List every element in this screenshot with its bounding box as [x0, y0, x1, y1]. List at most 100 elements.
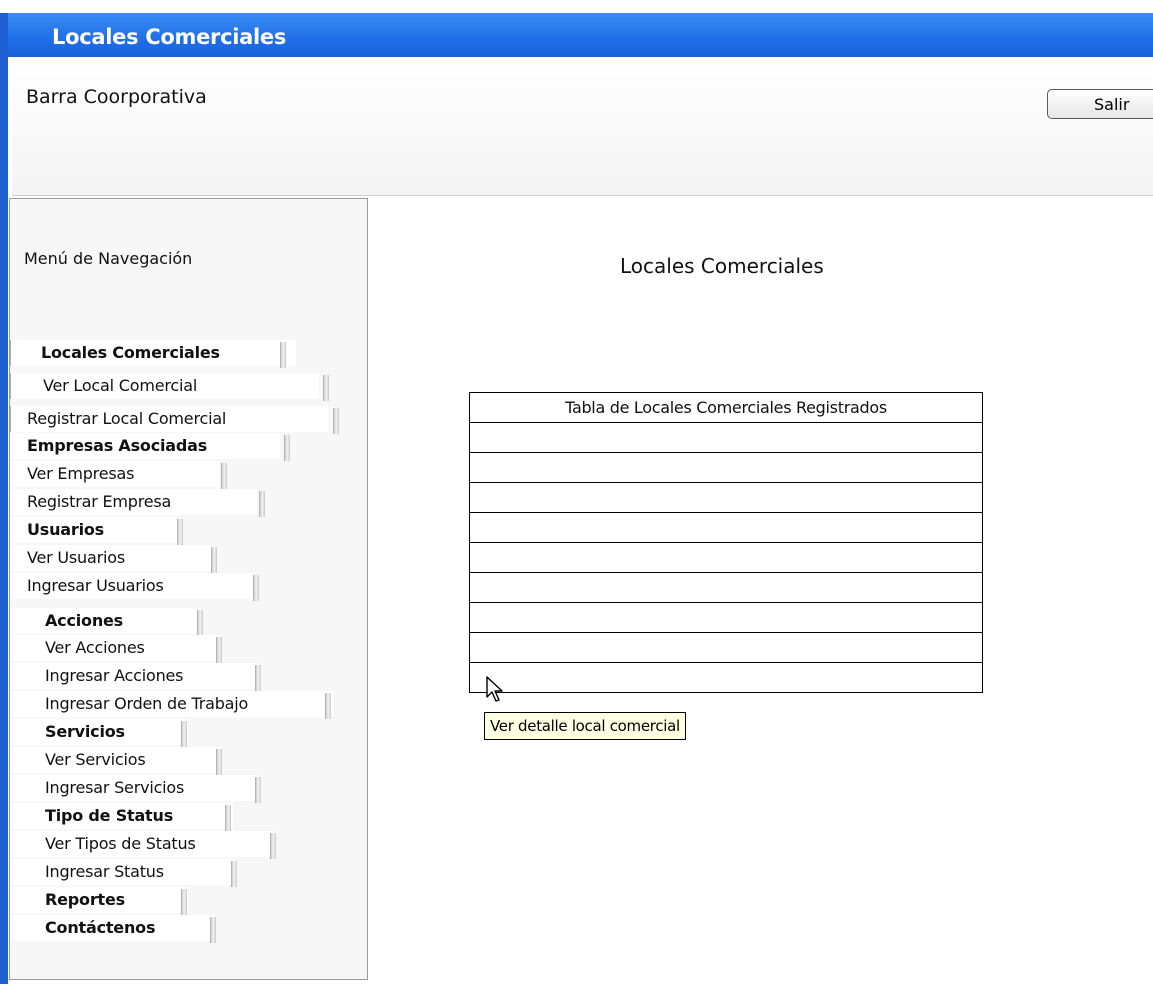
nav-item-empresas-asociadas[interactable]: Empresas Asociadas [10, 433, 290, 461]
page-title: Locales Comerciales [620, 254, 824, 278]
window-title: Locales Comerciales [52, 25, 287, 49]
window-title-bar: Locales Comerciales [0, 13, 1153, 57]
nav-item-acciones[interactable]: Acciones [10, 608, 203, 636]
nav-item-label: Empresas Asociadas [27, 436, 208, 455]
nav-item-ingresar-servicios[interactable]: Ingresar Servicios [10, 775, 261, 803]
nav-item-grip [255, 665, 261, 691]
navigation-menu: Menú de Navegación Locales Comerciales Ve… [9, 198, 368, 980]
nav-item-ver-empresas[interactable]: Ver Empresas [10, 461, 227, 489]
nav-item-label: Locales Comerciales [41, 343, 220, 362]
nav-item-ingresar-acciones[interactable]: Ingresar Acciones [10, 663, 261, 691]
nav-item-grip [253, 575, 259, 601]
table-row[interactable] [469, 482, 983, 513]
nav-item-ver-acciones[interactable]: Ver Acciones [10, 635, 222, 663]
table-cell [469, 482, 983, 513]
nav-item-label: Reportes [45, 890, 125, 909]
nav-item-grip [231, 861, 237, 887]
locales-table: Tabla de Locales Comerciales Registrados [469, 392, 983, 693]
window-frame-left [0, 57, 8, 984]
nav-item-grip [284, 435, 290, 461]
nav-item-grip [197, 610, 203, 636]
table-cell [469, 452, 983, 483]
nav-item-grip [181, 889, 187, 915]
nav-item-grip [221, 463, 227, 489]
nav-item-label: Contáctenos [45, 918, 156, 937]
nav-item-grip [280, 342, 286, 368]
nav-item-label: Ingresar Orden de Trabajo [45, 694, 249, 713]
nav-item-grip [211, 547, 217, 573]
nav-item-locales-comerciales[interactable]: Locales Comerciales [10, 340, 296, 368]
table-cell [469, 632, 983, 663]
mouse-pointer-icon [486, 676, 503, 702]
nav-item-label: Ingresar Servicios [45, 778, 185, 797]
nav-item-grip [259, 491, 265, 517]
table-row[interactable] [469, 452, 983, 483]
nav-item-grip [325, 693, 331, 719]
table-body [469, 422, 983, 693]
exit-button-label: Salir [1094, 95, 1130, 114]
nav-item-usuarios[interactable]: Usuarios [10, 517, 183, 545]
nav-item-edge [10, 340, 11, 366]
nav-item-grip [333, 408, 339, 434]
nav-item-contactenos[interactable]: Contáctenos [10, 915, 216, 943]
nav-item-label: Ver Servicios [45, 750, 146, 769]
table-cell [469, 542, 983, 573]
nav-item-label: Ver Usuarios [27, 548, 125, 567]
nav-item-registrar-empresa[interactable]: Registrar Empresa [10, 489, 265, 517]
nav-item-grip [181, 721, 187, 747]
nav-item-tipo-de-status[interactable]: Tipo de Status [10, 803, 233, 831]
nav-item-grip [210, 917, 216, 943]
table-cell [469, 572, 983, 603]
nav-item-label: Ingresar Usuarios [27, 576, 164, 595]
nav-item-edge [10, 373, 11, 399]
nav-item-label: Ver Local Comercial [43, 376, 198, 395]
corporate-bar: Barra Coorporativa Salir [12, 57, 1153, 196]
nav-item-grip [216, 749, 222, 775]
table-cell [469, 662, 983, 693]
nav-item-label: Ver Empresas [27, 464, 135, 483]
exit-button[interactable]: Salir [1047, 89, 1153, 119]
table-cell [469, 422, 983, 453]
nav-item-grip [216, 637, 222, 663]
nav-item-label: Ingresar Acciones [45, 666, 184, 685]
tooltip: Ver detalle local comercial [484, 712, 686, 740]
nav-item-grip [255, 777, 261, 803]
table-row[interactable] [469, 512, 983, 543]
nav-item-label: Ver Tipos de Status [45, 834, 196, 853]
corporate-bar-label: Barra Coorporativa [26, 86, 207, 108]
table-header: Tabla de Locales Comerciales Registrados [469, 392, 983, 423]
navigation-menu-title: Menú de Navegación [24, 249, 193, 268]
nav-item-ingresar-usuarios[interactable]: Ingresar Usuarios [10, 573, 259, 601]
nav-item-ver-local-comercial[interactable]: Ver Local Comercial [10, 373, 329, 401]
nav-item-label: Registrar Local Comercial [27, 409, 227, 428]
table-cell [469, 602, 983, 633]
nav-item-grip [270, 833, 276, 859]
nav-item-edge [10, 406, 11, 432]
nav-item-servicios[interactable]: Servicios [10, 719, 188, 747]
nav-item-ingresar-status[interactable]: Ingresar Status [10, 859, 237, 887]
nav-item-label: Usuarios [27, 520, 104, 539]
nav-item-grip [225, 805, 231, 831]
nav-item-ver-servicios[interactable]: Ver Servicios [10, 747, 222, 775]
table-cell [469, 512, 983, 543]
nav-item-label: Acciones [45, 611, 123, 630]
nav-item-ver-usuarios[interactable]: Ver Usuarios [10, 545, 217, 573]
nav-item-label: Ingresar Status [45, 862, 164, 881]
table-row[interactable] [469, 422, 983, 453]
nav-item-ver-tipos-de-status[interactable]: Ver Tipos de Status [10, 831, 276, 859]
nav-item-label: Servicios [45, 722, 125, 741]
table-row[interactable] [469, 632, 983, 663]
nav-item-registrar-local-comercial[interactable]: Registrar Local Comercial [10, 406, 339, 434]
table-row[interactable] [469, 572, 983, 603]
nav-item-grip [177, 519, 183, 545]
nav-item-label: Ver Acciones [45, 638, 145, 657]
table-header-row: Tabla de Locales Comerciales Registrados [469, 392, 983, 423]
nav-item-grip [323, 375, 329, 401]
nav-item-reportes[interactable]: Reportes [10, 887, 188, 915]
nav-item-label: Registrar Empresa [27, 492, 172, 511]
table-row[interactable] [469, 542, 983, 573]
table-row[interactable] [469, 662, 983, 693]
nav-item-label: Tipo de Status [45, 806, 174, 825]
table-row[interactable] [469, 602, 983, 633]
nav-item-ingresar-orden-de-trabajo[interactable]: Ingresar Orden de Trabajo [10, 691, 334, 719]
